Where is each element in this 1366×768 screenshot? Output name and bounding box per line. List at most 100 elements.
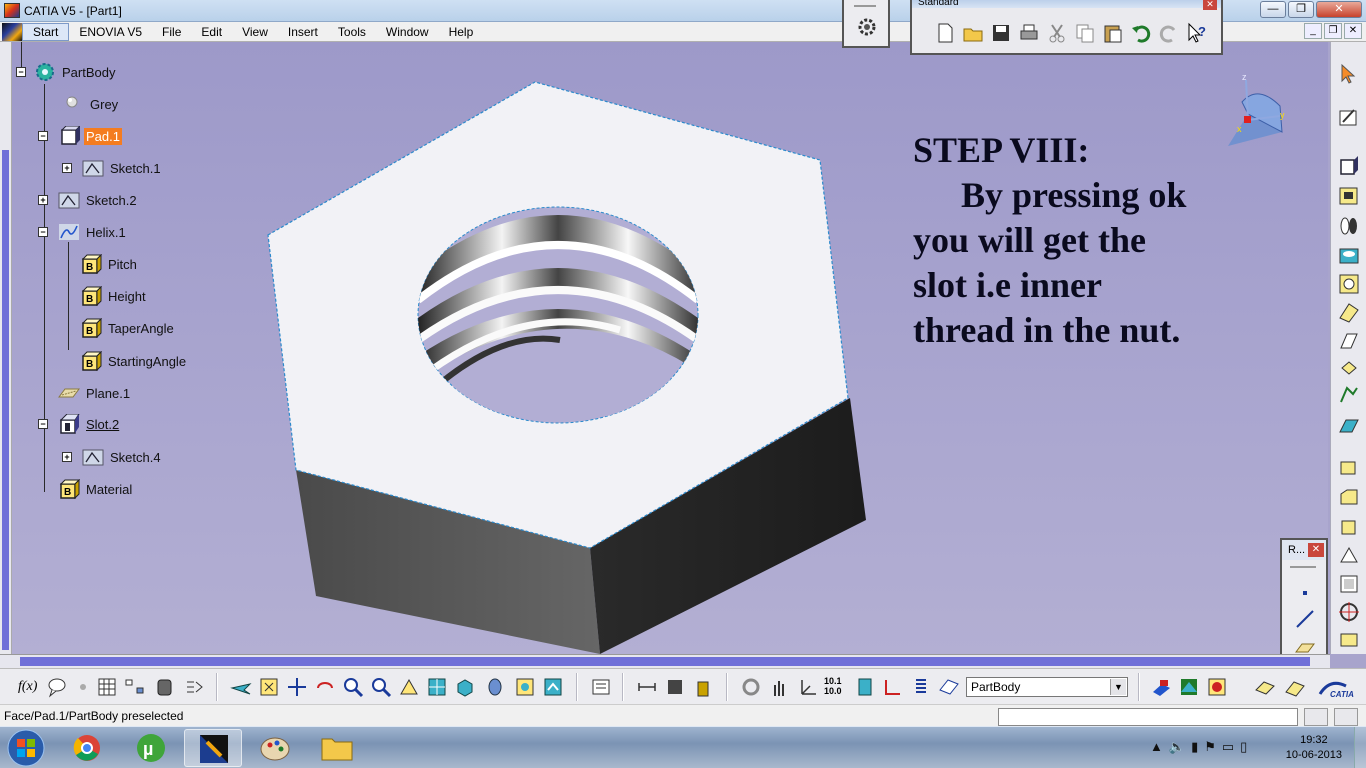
sketcher-icon[interactable]: [1337, 106, 1361, 130]
chamfer-icon[interactable]: [1337, 486, 1361, 510]
measure-inertia-icon[interactable]: [692, 676, 714, 698]
tools-palette-icon[interactable]: [854, 676, 876, 698]
edge-fillet-icon[interactable]: [1337, 456, 1361, 480]
scrollbar-thumb[interactable]: [2, 150, 9, 650]
show-desktop-button[interactable]: [1354, 727, 1366, 768]
work-object-icon[interactable]: [938, 676, 960, 698]
new-file-icon[interactable]: [934, 22, 956, 44]
stiffener-icon[interactable]: [1337, 328, 1361, 352]
command-cancel-button[interactable]: [1334, 708, 1358, 726]
axis-system-icon[interactable]: [796, 676, 818, 698]
menu-edit[interactable]: Edit: [191, 22, 232, 42]
hole-icon[interactable]: [1337, 244, 1361, 268]
save-icon[interactable]: [990, 22, 1012, 44]
rotate-icon[interactable]: [314, 676, 336, 698]
open-folder-icon[interactable]: [962, 22, 984, 44]
compass-icon[interactable]: z y x: [1222, 72, 1288, 148]
menu-start[interactable]: Start: [22, 22, 70, 41]
minimize-button[interactable]: —: [1260, 1, 1286, 18]
3d-viewport[interactable]: − PartBody Grey − Pad.1 + Sketch.1 + Ske…: [0, 42, 1328, 654]
multi-view-icon[interactable]: [426, 676, 448, 698]
render-icon[interactable]: [1206, 676, 1228, 698]
structure-icon[interactable]: [124, 676, 146, 698]
check-icon[interactable]: [72, 676, 94, 698]
print-icon[interactable]: [1018, 22, 1040, 44]
display-icon[interactable]: ▭: [1222, 739, 1234, 755]
zoom-out-icon[interactable]: [370, 676, 392, 698]
paste-icon[interactable]: [1102, 22, 1124, 44]
annotation-icon[interactable]: [184, 676, 206, 698]
pan-icon[interactable]: [286, 676, 308, 698]
design-table-icon[interactable]: [96, 676, 118, 698]
hide-show-icon[interactable]: [514, 676, 536, 698]
sheet-metal-icon[interactable]: [1254, 676, 1276, 698]
list-icon[interactable]: [910, 676, 932, 698]
taskbar-paint[interactable]: [246, 729, 304, 767]
volume-icon[interactable]: 🔈: [1169, 739, 1185, 755]
update-icon[interactable]: [740, 676, 762, 698]
network-icon[interactable]: ▮: [1191, 739, 1198, 755]
undo-icon[interactable]: [1130, 22, 1152, 44]
menu-window[interactable]: Window: [376, 22, 439, 42]
texture-icon[interactable]: [1178, 676, 1200, 698]
menu-enovia[interactable]: ENOVIA V5: [69, 22, 152, 42]
toolbar-close-icon[interactable]: ✕: [1308, 543, 1324, 557]
maximize-button[interactable]: ❐: [1288, 1, 1314, 18]
measure-between-icon[interactable]: [636, 676, 658, 698]
copy-icon[interactable]: [1074, 22, 1096, 44]
isometric-view-icon[interactable]: [454, 676, 476, 698]
taskbar-chrome[interactable]: [58, 729, 116, 767]
battery-icon[interactable]: ▯: [1240, 739, 1247, 755]
formula-icon[interactable]: f(x): [18, 676, 40, 698]
doc-close-button[interactable]: ✕: [1344, 23, 1362, 39]
zoom-in-icon[interactable]: [342, 676, 364, 698]
menu-help[interactable]: Help: [439, 22, 484, 42]
tree-scrollbar[interactable]: [0, 42, 12, 654]
taskbar-utorrent[interactable]: µ: [122, 729, 180, 767]
doc-restore-button[interactable]: ❐: [1324, 23, 1342, 39]
measure-item-icon[interactable]: [664, 676, 686, 698]
units-icon[interactable]: 10.1 10.0: [824, 676, 846, 698]
axis-icon[interactable]: [882, 676, 904, 698]
chevron-down-icon[interactable]: ▼: [1110, 679, 1126, 695]
taskbar-explorer[interactable]: [308, 729, 366, 767]
slot-icon[interactable]: [1337, 300, 1361, 324]
catia-menu-icon[interactable]: [2, 22, 22, 41]
point-icon[interactable]: [1294, 582, 1316, 604]
line-icon[interactable]: [1294, 608, 1316, 630]
swap-visible-space-icon[interactable]: [542, 676, 564, 698]
toolbar-close-icon[interactable]: ✕: [1203, 0, 1217, 10]
pad-icon[interactable]: [1337, 154, 1361, 178]
redo-icon[interactable]: [1158, 22, 1180, 44]
remove-lofted-icon[interactable]: [1337, 414, 1361, 438]
remove-face-icon[interactable]: [1337, 628, 1361, 652]
fit-all-icon[interactable]: [258, 676, 280, 698]
current-body-select[interactable]: PartBody ▼: [966, 677, 1128, 697]
pocket-icon[interactable]: [1337, 184, 1361, 208]
close-button[interactable]: ✕: [1316, 1, 1362, 18]
knowledge-advisor-icon[interactable]: [46, 676, 68, 698]
manipulate-icon[interactable]: [768, 676, 790, 698]
shell-icon[interactable]: [1337, 544, 1361, 568]
action-center-icon[interactable]: ⚑: [1204, 739, 1216, 755]
tray-expand-icon[interactable]: ▲: [1150, 739, 1163, 755]
rib-icon[interactable]: [1337, 272, 1361, 296]
taskbar-clock[interactable]: 19:32 10-06-2013: [1286, 733, 1342, 763]
thread-icon[interactable]: [1337, 600, 1361, 624]
windows-start-icon[interactable]: [4, 728, 48, 768]
menu-view[interactable]: View: [232, 22, 278, 42]
catalog-icon[interactable]: [590, 676, 612, 698]
help-icon[interactable]: ?: [1186, 22, 1208, 44]
apply-material-icon[interactable]: [1150, 676, 1172, 698]
draft-icon[interactable]: [1337, 516, 1361, 540]
normal-view-icon[interactable]: [398, 676, 420, 698]
material-icon[interactable]: [154, 676, 176, 698]
menu-file[interactable]: File: [152, 22, 191, 42]
doc-minimize-button[interactable]: _: [1304, 23, 1322, 39]
scrollbar-thumb[interactable]: [20, 657, 1310, 666]
fly-mode-icon[interactable]: [230, 676, 252, 698]
menu-insert[interactable]: Insert: [278, 22, 328, 42]
menu-tools[interactable]: Tools: [328, 22, 376, 42]
command-input[interactable]: [998, 708, 1298, 726]
taskbar-catia[interactable]: [184, 729, 242, 767]
